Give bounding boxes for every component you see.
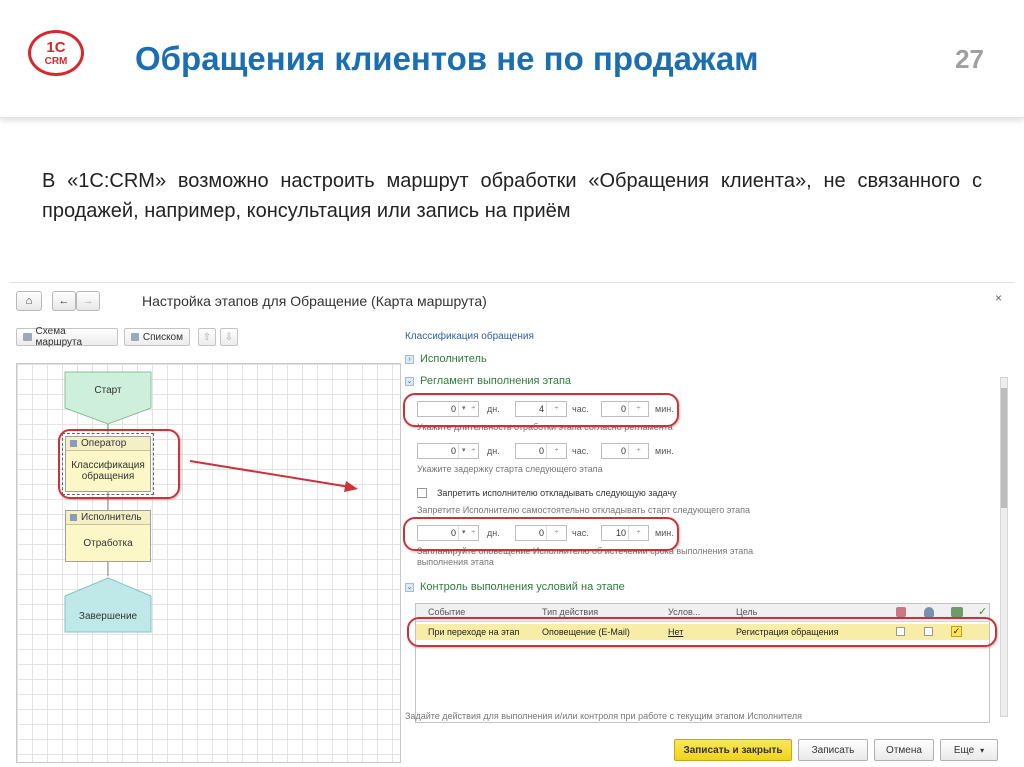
user-icon — [70, 514, 77, 521]
scheme-view-button[interactable]: Схема маршрута — [16, 326, 118, 348]
group-control-label: Контроль выполнения условий на этапе — [420, 581, 625, 593]
forbid-label: Запретить исполнителю откладывать следую… — [437, 488, 677, 498]
page-number: 27 — [955, 44, 984, 74]
group-control[interactable]: ⌄ Контроль выполнения условий на этапе — [405, 581, 625, 593]
move-down-button[interactable]: ⇩ — [220, 328, 238, 346]
list-view-button[interactable]: Списком — [124, 328, 190, 346]
route-settings-window: ⌂ ← → Настройка этапов для Обращение (Ка… — [10, 282, 1014, 767]
delay-minutes-value: 0 — [620, 446, 626, 456]
save-and-close-button[interactable]: Записать и закрыть — [674, 739, 792, 761]
collapse-icon: ⌄ — [405, 582, 414, 592]
stepper-icon[interactable]: ▾ ÷ — [458, 444, 478, 458]
arrow-line — [189, 460, 351, 488]
forward-button[interactable]: → — [76, 291, 100, 311]
section-title: Классификация обращения — [405, 331, 534, 342]
route-diagram-canvas[interactable]: Старт Оператор Классификация обращения И… — [16, 363, 401, 763]
delay-hours-value: 0 — [538, 446, 544, 456]
minutes-unit: мин. — [655, 446, 674, 456]
scheme-icon — [23, 333, 32, 341]
col-action-type: Тип действия — [542, 607, 599, 617]
scheme-view-label: Схема маршрута — [35, 326, 83, 348]
delay-hours-field[interactable]: 0 ÷ — [515, 443, 567, 459]
delay-hint: Укажите задержку старта следующего этапа — [417, 464, 603, 474]
highlight-oval — [407, 617, 997, 647]
group-reglament[interactable]: ⌄ Регламент выполнения этапа — [405, 375, 571, 387]
finish-label: Завершение — [78, 610, 138, 622]
window-title: Настройка этапов для Обращение (Карта ма… — [142, 293, 487, 309]
highlight-oval — [403, 517, 679, 551]
executor-stage[interactable]: Исполнитель Отработка — [65, 510, 151, 562]
cancel-button[interactable]: Отмена — [874, 739, 934, 761]
intro-text: В «1С:CRM» возможно настроить маршрут об… — [42, 170, 982, 222]
group-executor[interactable]: › Исполнитель — [405, 353, 487, 365]
chevron-down-icon: ▾ — [980, 745, 985, 755]
more-button[interactable]: Еще ▾ — [940, 739, 998, 761]
delay-minutes-field[interactable]: 0 ÷ — [601, 443, 649, 459]
forbid-checkbox[interactable] — [417, 488, 427, 498]
list-icon — [131, 333, 139, 341]
stage-settings-panel: Классификация обращения › Исполнитель ⌄ Ре… — [403, 323, 1005, 763]
pointer-arrow — [189, 460, 358, 492]
panel-scrollbar[interactable] — [1000, 377, 1008, 717]
logo-top-text: 1С — [46, 38, 66, 56]
hours-unit: час. — [572, 446, 589, 456]
footer-hint: Задайте действия для выполнения и/или ко… — [405, 711, 802, 721]
close-icon[interactable]: × — [995, 291, 1002, 305]
list-view-label: Списком — [142, 331, 183, 343]
back-button[interactable]: ← — [52, 291, 76, 311]
diagram-connectors — [64, 371, 152, 633]
slide-title: Обращения клиентов не по продажам — [135, 40, 759, 77]
executor-task: Отработка — [66, 525, 150, 561]
delay-days-value: 0 — [450, 446, 456, 456]
forward-arrow-icon: → — [82, 295, 94, 307]
home-button[interactable]: ⌂ — [16, 291, 42, 311]
col-event: Событие — [428, 607, 466, 617]
home-icon: ⌂ — [25, 295, 33, 307]
save-button[interactable]: Записать — [798, 739, 868, 761]
scrollbar-thumb[interactable] — [1001, 388, 1007, 508]
group-reglament-label: Регламент выполнения этапа — [420, 375, 572, 387]
group-executor-label: Исполнитель — [420, 353, 487, 365]
logo-bottom-text: CRM — [44, 55, 68, 67]
back-arrow-icon: ← — [58, 295, 70, 307]
delay-days-field[interactable]: 0 ▾ ÷ — [417, 443, 479, 459]
arrow-up-icon: ⇧ — [202, 331, 212, 343]
forbid-hint: Запретите Исполнителю самостоятельно отк… — [417, 505, 751, 515]
more-label: Еще — [953, 744, 975, 756]
arrow-down-icon: ⇩ — [224, 331, 234, 343]
col-condition: Услов... — [668, 607, 701, 617]
col-goal: Цель — [736, 607, 758, 617]
executor-role: Исполнитель — [81, 512, 142, 523]
days-unit: дн. — [487, 446, 500, 456]
users-icon — [951, 607, 963, 617]
1c-crm-logo: 1С CRM — [28, 30, 84, 76]
start-label: Старт — [94, 384, 122, 396]
highlight-oval — [58, 429, 180, 499]
stepper-icon[interactable]: ÷ — [628, 444, 648, 458]
collapse-icon: ⌄ — [405, 376, 414, 386]
expand-icon: › — [405, 354, 414, 364]
move-up-button[interactable]: ⇧ — [198, 328, 216, 346]
user-icon — [924, 607, 934, 617]
slide-header: 1С CRM Обращения клиентов не по продажам… — [0, 0, 1024, 118]
arrow-head — [344, 481, 358, 492]
stepper-icon[interactable]: ÷ — [546, 444, 566, 458]
highlight-oval — [403, 393, 679, 427]
printer-icon — [896, 607, 906, 617]
